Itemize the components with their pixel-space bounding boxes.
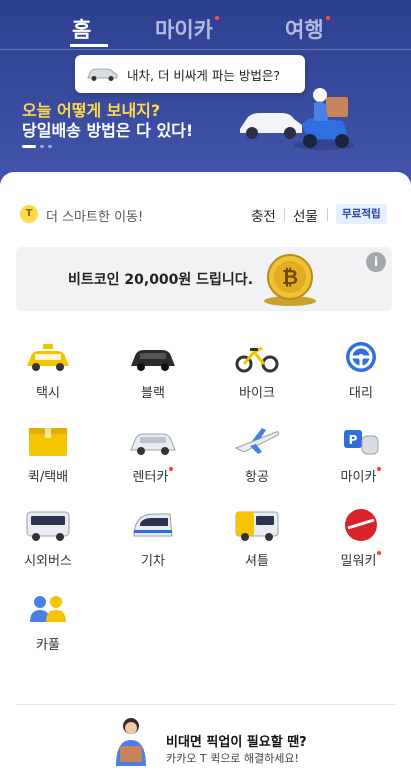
new-dot bbox=[169, 467, 174, 471]
new-dot bbox=[377, 467, 382, 471]
service-label: 택시 bbox=[36, 386, 60, 401]
airplane-icon bbox=[234, 428, 280, 454]
header-banner: 홈 마이카 여행 내차, 더 비싸게 파는 방법은? 오늘 어떻게 보내지? 당… bbox=[0, 0, 411, 190]
divider bbox=[327, 208, 328, 221]
tab-mycar[interactable]: 마이카 bbox=[155, 14, 219, 44]
service-label: 렌터카 bbox=[118, 466, 188, 485]
service-label: 항공 bbox=[245, 470, 269, 485]
service-mycar[interactable]: P 마이카 bbox=[326, 424, 396, 485]
coin-icon: T bbox=[20, 205, 38, 223]
new-dot bbox=[214, 16, 219, 20]
bitcoin-coin-icon: ₿ bbox=[264, 254, 316, 306]
service-label: 바이크 bbox=[239, 386, 275, 401]
tab-divider bbox=[0, 49, 411, 50]
service-label: 블랙 bbox=[141, 386, 165, 401]
smart-tagline: 더 스마트한 이동! bbox=[46, 210, 144, 225]
tooltip-text: 내차, 더 비싸게 파는 방법은? bbox=[127, 67, 281, 83]
gift-link[interactable]: 선물 bbox=[293, 205, 318, 225]
carpool-people-icon bbox=[30, 596, 66, 622]
service-label: 대리 bbox=[349, 386, 373, 401]
top-tabs: 홈 마이카 여행 bbox=[0, 10, 411, 50]
new-dot bbox=[325, 16, 330, 20]
footer-divider bbox=[16, 704, 395, 705]
service-carpool[interactable]: 카풀 bbox=[13, 592, 83, 653]
service-label: 시외버스 bbox=[24, 554, 72, 569]
footer-subtitle: 카카오 T 퀵으로 해결하세요! bbox=[166, 752, 299, 765]
service-taxi[interactable]: 택시 bbox=[13, 340, 83, 401]
service-label: 마이카 bbox=[326, 466, 396, 485]
tab-travel-label: 여행 bbox=[285, 18, 324, 42]
car-icon bbox=[87, 68, 118, 81]
tab-home[interactable]: 홈 bbox=[72, 14, 91, 44]
taxi-icon bbox=[27, 344, 69, 371]
bitcoin-promo-banner[interactable]: 비트코인 20,000원 드립니다. ₿ i bbox=[16, 247, 392, 311]
service-label: 카풀 bbox=[36, 638, 60, 653]
info-icon[interactable]: i bbox=[366, 252, 386, 272]
banner-subheadline: 당일배송 방법은 다 있다! bbox=[22, 121, 194, 140]
tab-mycar-label: 마이카 bbox=[155, 18, 213, 42]
service-label: 밀워키 bbox=[326, 550, 396, 569]
service-driver[interactable]: 대리 bbox=[326, 340, 396, 401]
tab-home-label: 홈 bbox=[72, 18, 92, 42]
promo-text: 비트코인 20,000원 드립니다. bbox=[68, 272, 254, 288]
svg-text:P: P bbox=[349, 433, 358, 447]
service-intercity-bus[interactable]: 시외버스 bbox=[13, 508, 83, 569]
service-shuttle[interactable]: 셔틀 bbox=[222, 508, 292, 569]
steering-wheel-icon bbox=[346, 342, 376, 372]
bike-icon bbox=[235, 346, 279, 373]
new-dot bbox=[377, 551, 382, 555]
pickup-person-illustration bbox=[116, 718, 146, 766]
service-label: 퀵/택배 bbox=[27, 470, 69, 485]
smart-row: T 더 스마트한 이동! 충전 선물 무료적립 bbox=[20, 204, 392, 225]
black-car-icon bbox=[131, 350, 175, 371]
train-icon bbox=[133, 513, 173, 537]
svg-text:₿: ₿ bbox=[282, 265, 298, 289]
tab-travel[interactable]: 여행 bbox=[285, 14, 330, 44]
service-rental-car[interactable]: 렌터카 bbox=[118, 424, 188, 485]
free-points-badge[interactable]: 무료적립 bbox=[336, 204, 387, 224]
milwaukee-logo-icon bbox=[345, 509, 377, 541]
rental-car-icon bbox=[130, 433, 176, 455]
shuttle-icon bbox=[235, 511, 279, 541]
service-flight[interactable]: 항공 bbox=[222, 424, 292, 485]
service-black[interactable]: 블랙 bbox=[118, 340, 188, 401]
footer-title[interactable]: 비대면 픽업이 필요할 땐? bbox=[166, 731, 307, 750]
service-label: 셔틀 bbox=[245, 554, 269, 569]
charge-link[interactable]: 충전 bbox=[251, 205, 276, 225]
banner-pager bbox=[22, 145, 52, 148]
bus-icon bbox=[26, 511, 70, 541]
service-train[interactable]: 기차 bbox=[118, 508, 188, 569]
service-label: 기차 bbox=[141, 554, 165, 569]
service-milwaukee[interactable]: 밀워키 bbox=[326, 508, 396, 569]
package-box-icon bbox=[29, 428, 67, 456]
parking-key-icon: P bbox=[344, 430, 379, 455]
service-quick-delivery[interactable]: 퀵/택배 bbox=[13, 424, 83, 485]
service-bike[interactable]: 바이크 bbox=[222, 340, 292, 401]
delivery-scooter-illustration bbox=[240, 88, 354, 150]
active-tab-indicator bbox=[70, 44, 108, 47]
divider bbox=[284, 208, 285, 221]
